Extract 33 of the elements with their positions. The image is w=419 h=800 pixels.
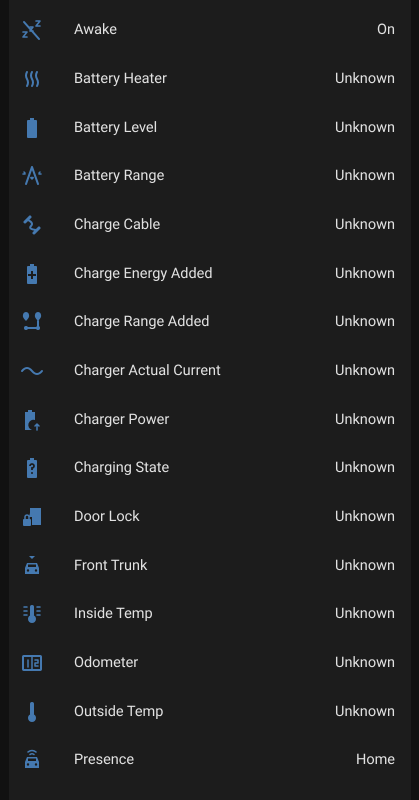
entity-name: Front Trunk (74, 556, 148, 576)
entity-state: Unknown (335, 652, 395, 673)
entity-name: Battery Range (74, 166, 166, 186)
entity-name: Charge Energy Added (74, 264, 214, 284)
entity-state: Unknown (335, 507, 395, 528)
entity-state: Unknown (335, 69, 395, 90)
entity-state: Unknown (335, 312, 395, 332)
entity-state: Unknown (335, 215, 395, 236)
entity-name: Charge Cable (74, 215, 162, 236)
sleep-icon (20, 18, 44, 42)
entity-state: Unknown (335, 604, 395, 624)
entity-name: Odometer (74, 652, 140, 673)
entity-state: Unknown (335, 264, 395, 284)
entity-name: Charging State (74, 458, 170, 478)
entity-state: Unknown (335, 458, 395, 478)
entity-name: Battery Level (74, 118, 158, 138)
entity-state: On (377, 20, 395, 40)
entity-name: Charger Actual Current (74, 361, 222, 382)
entity-name: Battery Heater (74, 69, 168, 90)
entity-name: Door Lock (74, 507, 141, 528)
entity-name: Presence (74, 750, 136, 770)
entity-state: Unknown (335, 556, 395, 576)
entity-state: Unknown (335, 361, 395, 382)
entity-state: Unknown (335, 118, 395, 138)
entity-name: Charge Range Added (74, 312, 210, 332)
entity-name: Inside Temp (74, 604, 154, 624)
entity-state: Unknown (335, 166, 395, 186)
entity-state: Home (356, 750, 395, 770)
entity-state: Unknown (335, 702, 395, 722)
entity-name: Awake (74, 20, 118, 40)
entity-name: Outside Temp (74, 702, 164, 722)
entity-name: Charger Power (74, 410, 170, 430)
entity-state: Unknown (335, 410, 395, 430)
